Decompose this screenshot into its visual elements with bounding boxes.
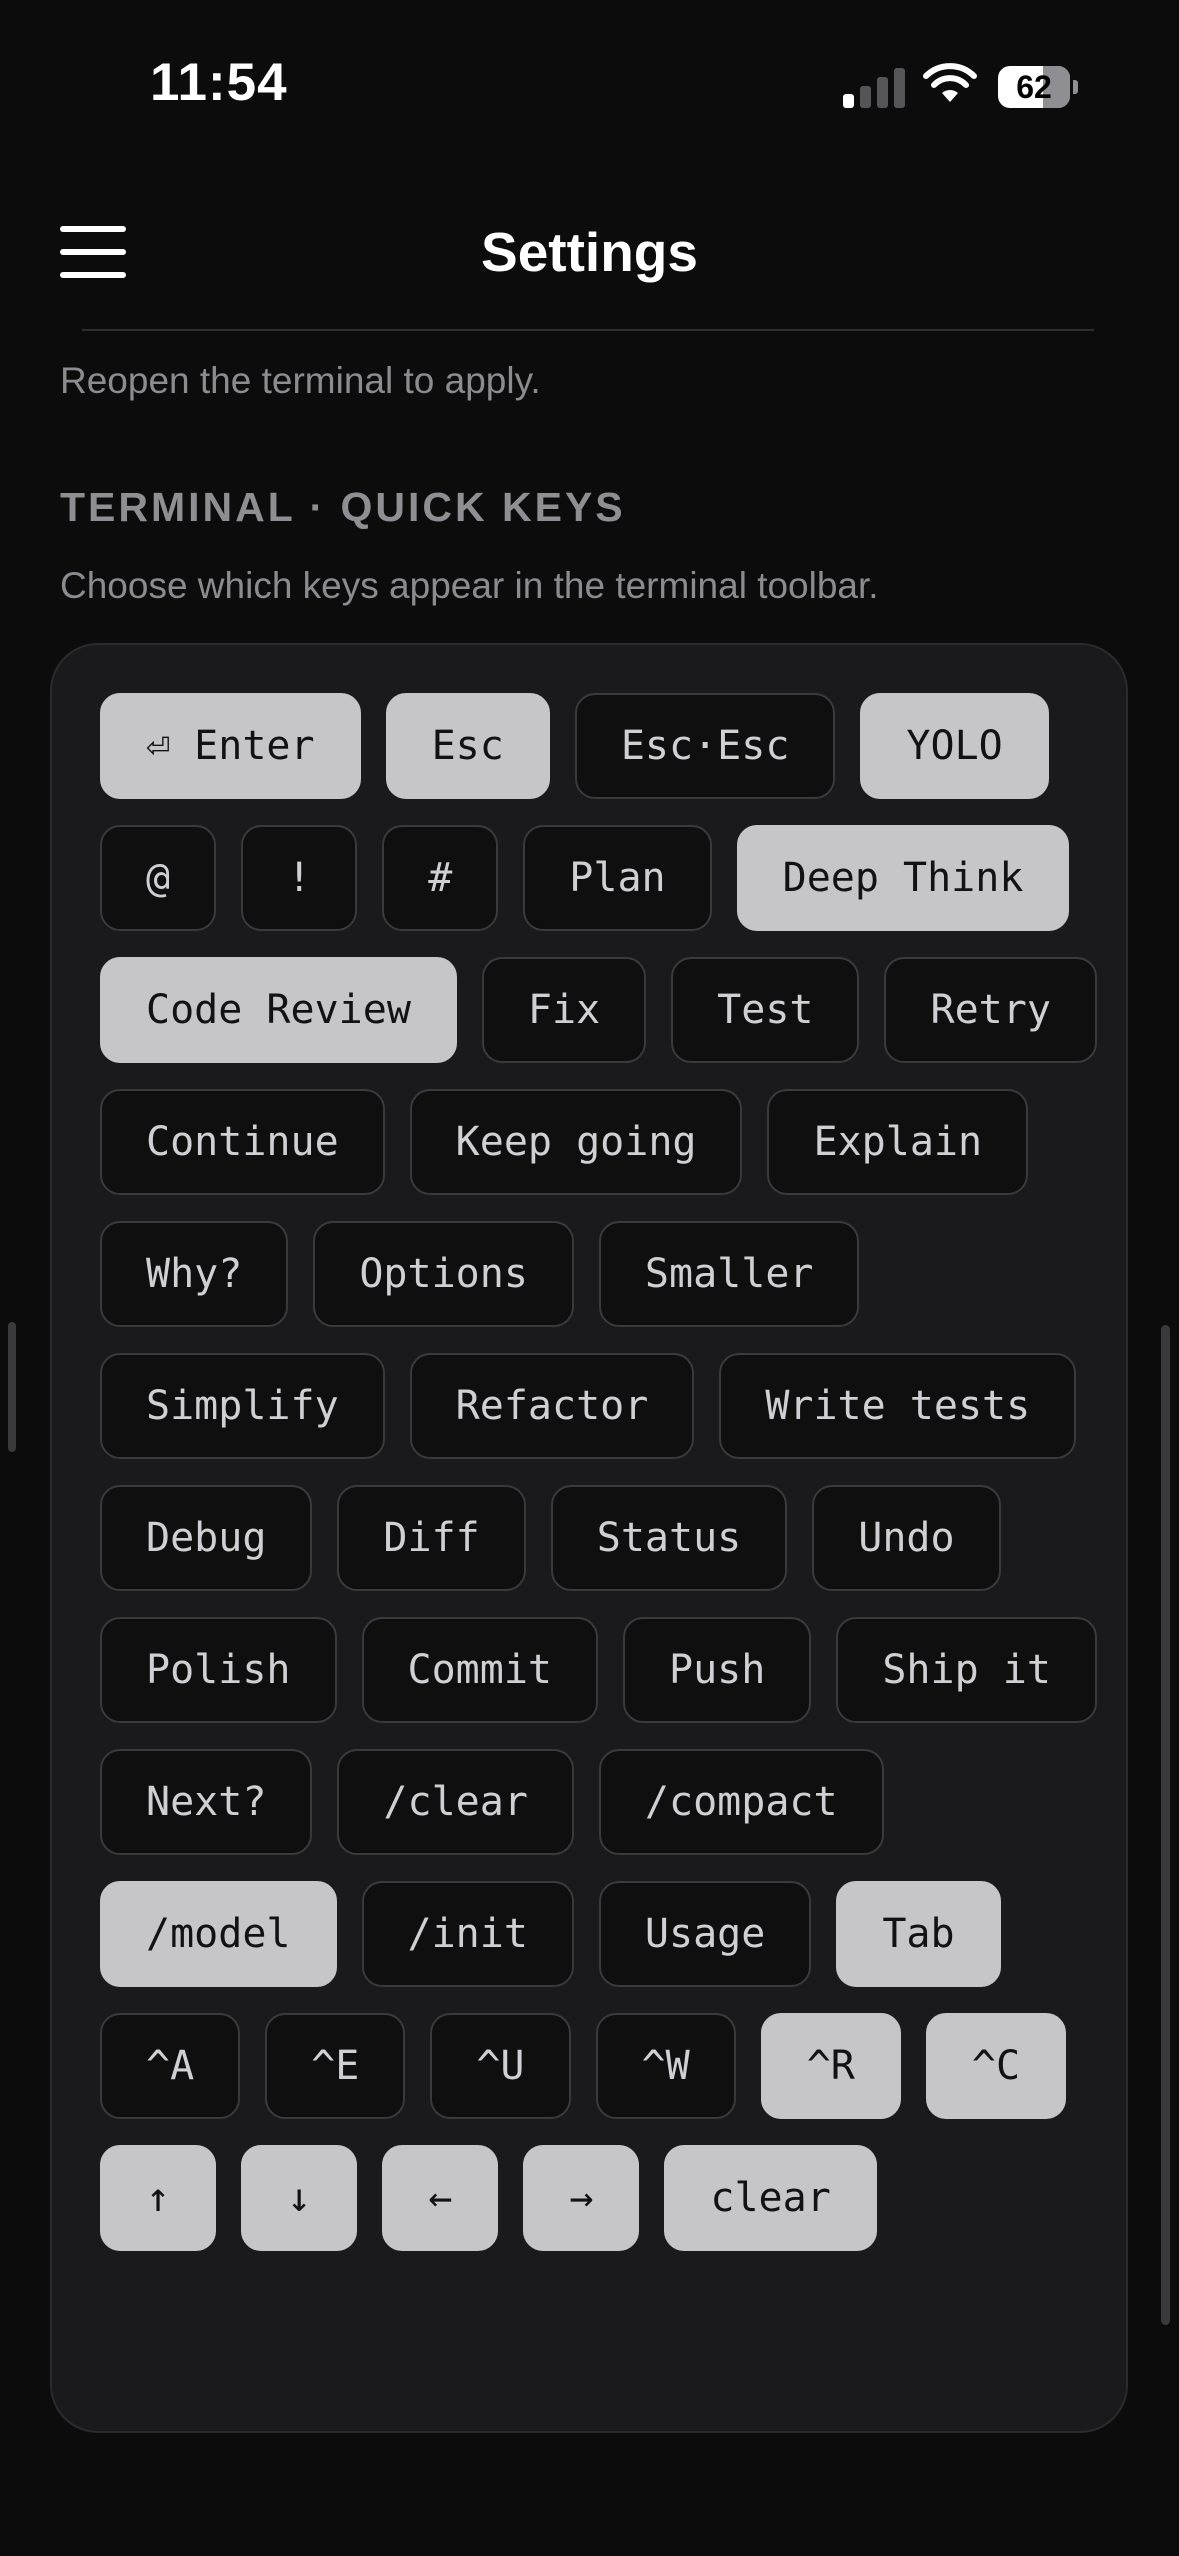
quick-key-chip[interactable]: clear — [664, 2145, 877, 2251]
quick-key-chip[interactable]: # — [382, 825, 499, 931]
header: Settings — [0, 190, 1179, 330]
quick-key-chip[interactable]: Usage — [598, 1881, 812, 1987]
quick-key-chip[interactable]: Undo — [812, 1485, 1001, 1591]
quick-key-chip[interactable]: Options — [313, 1221, 574, 1327]
quick-key-chip[interactable]: /compact — [598, 1749, 884, 1855]
quick-key-chip[interactable]: Simplify — [100, 1353, 385, 1459]
quick-key-chip[interactable]: Plan — [523, 825, 712, 931]
battery-icon: 62 — [998, 66, 1078, 108]
scrollbar[interactable] — [1161, 1325, 1170, 2325]
quick-key-chip[interactable]: Next? — [100, 1749, 313, 1855]
header-divider — [82, 329, 1094, 331]
quick-key-chip[interactable]: Polish — [100, 1617, 337, 1723]
status-bar: 11:54 62 — [0, 0, 1179, 170]
quick-key-chip[interactable]: ← — [382, 2145, 499, 2251]
quick-key-chip[interactable]: Continue — [100, 1089, 385, 1195]
battery-percent: 62 — [1016, 69, 1052, 105]
quick-key-chip[interactable]: Deep Think — [736, 825, 1070, 931]
quick-key-chip[interactable]: Esc — [385, 693, 550, 799]
quick-key-chip[interactable]: ↓ — [241, 2145, 358, 2251]
quick-key-chip[interactable]: Test — [671, 957, 860, 1063]
quick-key-chip[interactable]: Explain — [767, 1089, 1029, 1195]
quick-key-chip[interactable]: Push — [623, 1617, 812, 1723]
quick-key-chip[interactable]: Retry — [884, 957, 1097, 1063]
cellular-signal-icon — [843, 66, 905, 108]
status-time: 11:54 — [150, 53, 288, 112]
settings-screen: 11:54 62 Settings Reopen the terminal to… — [0, 0, 1179, 2556]
quick-key-chip[interactable]: YOLO — [860, 693, 1049, 799]
quick-key-chip[interactable]: Debug — [100, 1485, 313, 1591]
quick-keys-card: ⏎ Enter Esc Esc·Esc YOLO @! # Plan Deep Think Co… — [50, 643, 1128, 2433]
quick-key-chip[interactable]: ^C — [925, 2013, 1067, 2119]
section-description: Choose which keys appear in the terminal… — [60, 565, 879, 606]
quick-key-chip[interactable]: Why? — [100, 1221, 289, 1327]
quick-key-chip[interactable]: Write tests — [719, 1353, 1077, 1459]
quick-key-chip[interactable]: Fix — [481, 957, 647, 1063]
quick-key-chip[interactable]: Tab — [836, 1881, 1001, 1987]
quick-key-chip[interactable]: → — [523, 2145, 640, 2251]
page-title: Settings — [481, 221, 698, 283]
section-title: TERMINAL · QUICK KEYS — [60, 484, 626, 530]
quick-key-chip[interactable]: ! — [241, 825, 358, 931]
quick-key-chip[interactable]: /init — [361, 1881, 574, 1987]
quick-key-chip[interactable]: @ — [100, 825, 217, 931]
quick-key-chip[interactable]: /clear — [337, 1749, 574, 1855]
quick-key-chip[interactable]: Esc·Esc — [574, 693, 836, 799]
quick-key-chip[interactable]: Refactor — [409, 1353, 695, 1459]
quick-key-chip[interactable]: ^U — [430, 2013, 571, 2119]
quick-key-chip[interactable]: Status — [550, 1485, 788, 1591]
quick-key-chip[interactable]: Diff — [337, 1485, 526, 1591]
quick-key-chip[interactable]: Ship it — [836, 1617, 1097, 1723]
quick-key-chip[interactable]: ^R — [760, 2013, 901, 2119]
quick-key-chip[interactable]: ⏎ Enter — [100, 693, 361, 799]
quick-key-chip[interactable]: ^A — [100, 2013, 241, 2119]
quick-key-chip[interactable]: ^E — [265, 2013, 406, 2119]
wifi-icon — [923, 63, 977, 102]
left-scroll-indicator — [8, 1322, 16, 1452]
quick-key-chip[interactable]: /model — [100, 1881, 337, 1987]
quick-key-chip[interactable]: Code Review — [100, 957, 457, 1063]
quick-key-chip[interactable]: Keep going — [409, 1089, 743, 1195]
quick-key-chip[interactable]: Smaller — [598, 1221, 860, 1327]
quick-key-chip[interactable]: Commit — [361, 1617, 598, 1723]
reopen-note: Reopen the terminal to apply. — [60, 360, 541, 401]
quick-key-chip[interactable]: ↑ — [100, 2145, 217, 2251]
quick-keys-grid: ⏎ Enter Esc Esc·Esc YOLO @! # Plan Deep Think Co… — [100, 693, 1100, 2251]
quick-key-chip[interactable]: ^W — [595, 2013, 736, 2119]
